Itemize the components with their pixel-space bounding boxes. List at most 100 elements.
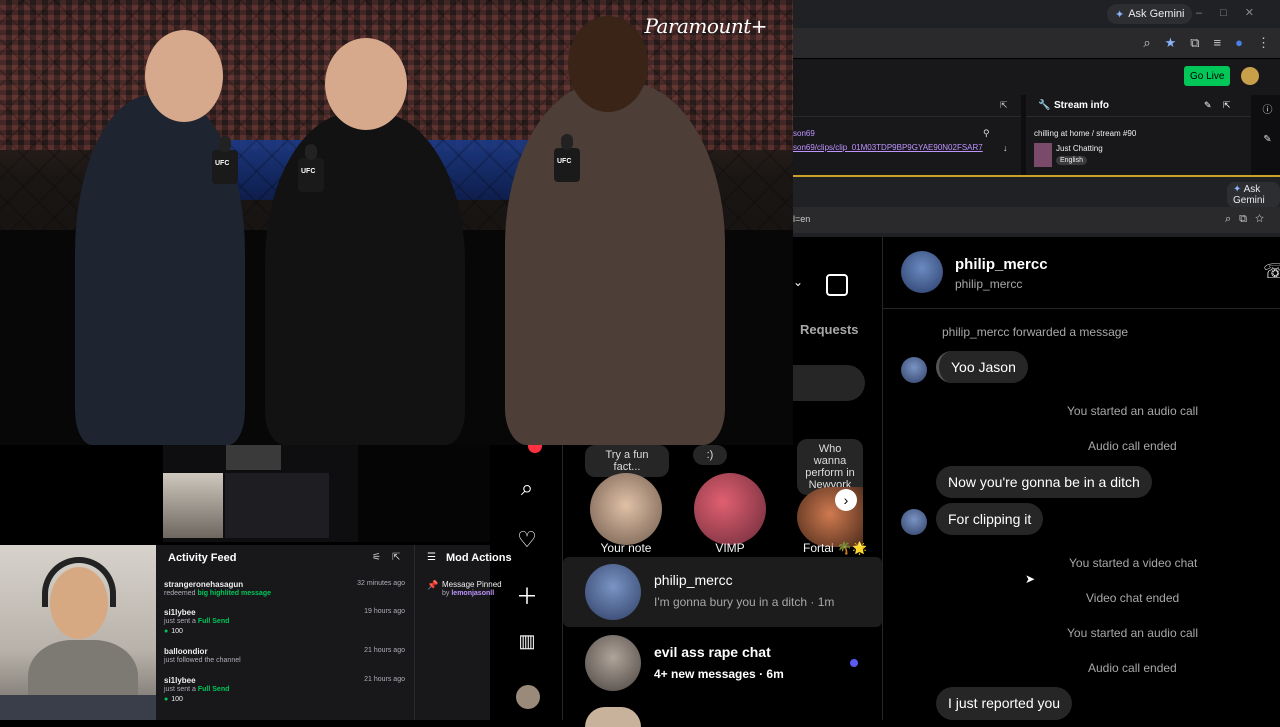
profile-icon[interactable]: ● <box>1235 35 1243 51</box>
address-bar[interactable]: ⌕ ★ ⧉ ≡ ● ⋮ <box>793 28 1280 58</box>
zoom-icon[interactable]: ⌕ <box>1143 35 1150 51</box>
system-message: You started a video chat <box>1069 556 1198 570</box>
info-icon[interactable]: ⓘ <box>1255 101 1280 116</box>
edit-icon[interactable]: ✎ <box>1204 100 1212 111</box>
video-player[interactable]: UFC UFC UFC Paramount+ <box>0 0 793 445</box>
pin-icon: 📌 <box>427 580 439 590</box>
note-label: Fortai 🌴🌟 <box>803 541 867 555</box>
menu-icon[interactable]: ⋮ <box>1257 35 1270 51</box>
note-avatar[interactable] <box>590 473 662 545</box>
stream-title: chilling at home / stream #90 <box>1034 129 1137 138</box>
activity-amount: 100 <box>164 628 183 635</box>
commentator-left-head <box>145 30 223 122</box>
activity-user: balloondior <box>164 647 208 656</box>
media-icon[interactable]: ≡ <box>1214 35 1222 51</box>
go-live-button[interactable]: Go Live <box>1184 66 1231 86</box>
popout-icon[interactable]: ⇱ <box>1223 100 1231 111</box>
dm-thread-row[interactable]: philip_mercc I'm gonna bury you in a dit… <box>563 557 882 627</box>
activity-user: strangeronehasagun <box>164 580 244 589</box>
activity-text: just sent a Full Send <box>164 686 230 693</box>
address-bar-2[interactable]: l=en ⌕⧉☆ <box>793 207 1280 233</box>
mini-activity <box>225 473 329 538</box>
mod-actions-panel: ☰ Mod Actions 📌 Message Pinned by lemonj… <box>414 545 512 720</box>
headphones <box>42 557 116 607</box>
ufc-mic-right: UFC <box>554 134 580 182</box>
thread-name: evil ass rape chat <box>654 644 771 660</box>
note-bubble[interactable]: :) <box>693 445 727 465</box>
mini-ig <box>358 445 490 542</box>
note-label: VIMP <box>715 541 745 555</box>
ig-dm-list: Try a fun fact... Your note :) VIMP Who … <box>563 439 882 727</box>
download-icon[interactable]: ↓ <box>1003 143 1008 153</box>
message-bubble[interactable]: For clipping it <box>936 503 1044 535</box>
pin-icon[interactable]: ⚲ <box>983 128 990 139</box>
message-bubble[interactable]: I just reported you <box>936 687 1073 720</box>
message-bubble[interactable]: Yoo Jason <box>936 351 1028 383</box>
toolbar-icons-2: ⌕⧉☆ <box>1225 213 1272 225</box>
clip-url[interactable]: son69/clips/clip_01M03TDP9BP9GYAE90N02FS… <box>793 143 983 152</box>
category-thumbnail <box>1034 143 1052 167</box>
pencil-icon[interactable]: ✎ <box>1255 134 1280 145</box>
chat-name[interactable]: philip_mercc <box>955 256 1048 273</box>
stream-info-title: Stream info <box>1026 95 1251 117</box>
activity-user: si1lybee <box>164 676 196 685</box>
dm-thread-row[interactable]: evil ass rape chat 4+ new messages · 6m <box>563 631 882 697</box>
chat-avatar[interactable] <box>901 251 943 293</box>
popout-icon[interactable]: ⇱ <box>1000 100 1008 111</box>
mini-screen-capture <box>163 445 490 542</box>
chevron-right-icon[interactable]: › <box>835 489 857 511</box>
phone-icon[interactable]: ☏ <box>1263 259 1280 284</box>
thread-preview: I'm gonna bury you in a ditch · 1m <box>654 595 835 609</box>
paramount-plus-logo: Paramount+ <box>644 14 767 38</box>
gemini-icon: ✦ <box>1115 8 1125 21</box>
activity-text: just sent a Full Send <box>164 618 230 625</box>
requests-tab[interactable]: Requests <box>800 322 859 337</box>
conversation-header: philip_mercc philip_mercc ☏ <box>883 237 1280 309</box>
insights-icon[interactable]: ▥ <box>514 631 540 652</box>
list-icon: ☰ <box>427 552 436 563</box>
unread-indicator <box>850 659 858 667</box>
ig-inbox-header: ⌄ Requests <box>793 237 882 445</box>
message-bubble[interactable]: Now you're gonna be in a ditch <box>936 466 1152 498</box>
create-plus-icon[interactable]: ＋ <box>514 579 540 611</box>
stream-language-tag: English <box>1056 156 1087 165</box>
activity-time: 21 hours ago <box>364 676 405 683</box>
activity-amount: 100 <box>164 696 183 703</box>
note-avatar[interactable] <box>694 473 766 545</box>
activity-feed-title: Activity Feed <box>168 552 237 564</box>
ufc-mic-center: UFC <box>298 144 324 192</box>
commentator-right-head <box>568 16 648 112</box>
second-browser-window: ✦ Ask Gemini l=en ⌕⧉☆ <box>793 177 1280 237</box>
ask-gemini-button[interactable]: ✦ Ask Gemini <box>1107 4 1193 24</box>
bookmark-star-icon[interactable]: ★ <box>1165 35 1177 51</box>
ig-conversation: philip_mercc philip_mercc ☏ philip_mercc… <box>882 237 1280 720</box>
search-icon[interactable]: ⌕ <box>514 475 540 501</box>
heart-icon[interactable]: ♡ <box>514 527 540 553</box>
extensions-icon[interactable]: ⧉ <box>1190 35 1199 51</box>
stream-category[interactable]: Just Chatting <box>1056 144 1103 153</box>
user-avatar[interactable] <box>1241 67 1259 85</box>
thread-preview: 4+ new messages · 6m <box>654 667 784 681</box>
dashboard-panels: ⇱ son69 son69/clips/clip_01M03TDP9BP9GYA… <box>793 95 1280 177</box>
activity-text: redeemed big highlited message <box>164 590 271 597</box>
window-controls[interactable]: –□✕ <box>1196 6 1272 19</box>
activity-text: just followed the channel <box>164 657 241 664</box>
ask-gemini-label: Ask Gemini <box>1128 8 1185 20</box>
go-live-label: Go Live <box>1190 70 1225 82</box>
sender-avatar <box>901 509 927 535</box>
twitch-top-nav: Go Live <box>793 58 1280 95</box>
clip-username[interactable]: son69 <box>793 129 815 138</box>
thread-name: philip_mercc <box>654 572 733 588</box>
commentator-center-head <box>325 38 407 130</box>
mouse-cursor: ➤ <box>1025 572 1036 586</box>
profile-avatar[interactable] <box>516 685 540 709</box>
popout-icon[interactable]: ⇱ <box>392 552 400 563</box>
filter-icon[interactable]: ⚟ <box>372 552 381 563</box>
system-message: Audio call ended <box>1088 439 1177 453</box>
compose-icon[interactable] <box>826 274 848 296</box>
thread-avatar <box>585 564 641 620</box>
ask-gemini-button-2[interactable]: ✦ Ask Gemini <box>1227 182 1280 208</box>
search-input[interactable] <box>793 365 865 401</box>
chevron-down-icon[interactable]: ⌄ <box>793 275 803 289</box>
system-message: philip_mercc forwarded a message <box>942 325 1129 339</box>
